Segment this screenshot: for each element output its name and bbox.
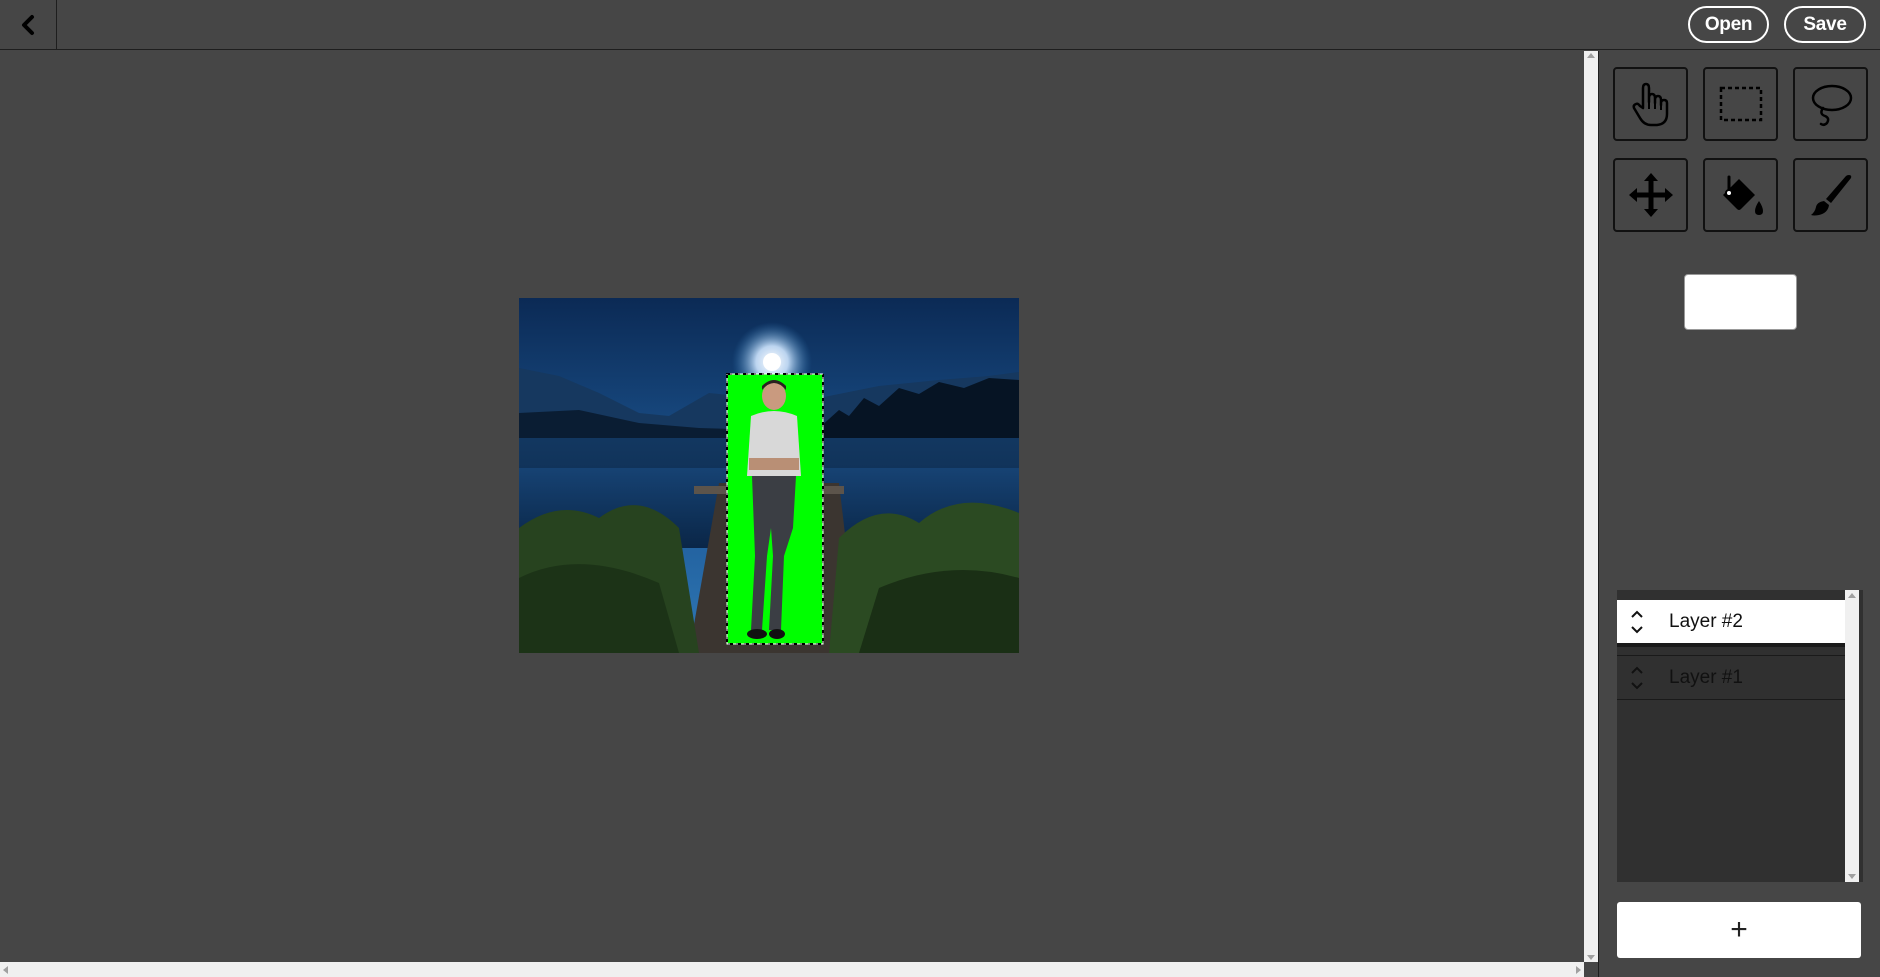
- scroll-left-icon[interactable]: [3, 966, 8, 974]
- canvas-horizontal-scrollbar[interactable]: [0, 962, 1584, 977]
- brush-icon: [1810, 175, 1851, 216]
- chevron-down-icon[interactable]: [1630, 681, 1644, 691]
- chevron-up-icon[interactable]: [1630, 665, 1644, 675]
- move-icon: [1628, 173, 1673, 217]
- layers-scrollbar[interactable]: [1845, 590, 1859, 882]
- layer-label: Layer #2: [1669, 610, 1743, 632]
- hand-icon: [1632, 82, 1668, 127]
- chevron-left-icon: [22, 15, 34, 35]
- layer-item-2[interactable]: Layer #2: [1617, 600, 1845, 647]
- scroll-up-icon[interactable]: [1587, 53, 1595, 58]
- move-tool-button[interactable]: [1613, 158, 1688, 232]
- scroll-up-icon[interactable]: [1848, 593, 1856, 598]
- color-picker-swatch[interactable]: [1684, 274, 1797, 330]
- canvas-image[interactable]: [519, 298, 1019, 653]
- tools-sidebar: Layer #2 Layer #1 +: [1598, 51, 1880, 977]
- layer-order-controls: [1617, 599, 1657, 644]
- chevron-down-icon[interactable]: [1630, 625, 1644, 635]
- scroll-down-icon[interactable]: [1848, 874, 1856, 879]
- brush-tool-button[interactable]: [1793, 158, 1868, 232]
- layer-item-1[interactable]: Layer #1: [1617, 655, 1845, 700]
- save-button[interactable]: Save: [1784, 6, 1866, 43]
- rect-select-icon: [1719, 86, 1762, 122]
- chevron-up-icon[interactable]: [1630, 609, 1644, 619]
- scroll-down-icon[interactable]: [1587, 955, 1595, 960]
- layers-panel: Layer #2 Layer #1: [1617, 590, 1863, 882]
- scroll-right-icon[interactable]: [1576, 966, 1581, 974]
- layer-label: Layer #1: [1669, 666, 1743, 688]
- fill-tool-button[interactable]: [1703, 158, 1778, 232]
- lasso-tool-button[interactable]: [1793, 67, 1868, 141]
- paint-bucket-icon: [1722, 175, 1763, 215]
- back-button[interactable]: [0, 0, 57, 50]
- rect-select-tool-button[interactable]: [1703, 67, 1778, 141]
- open-button[interactable]: Open: [1688, 6, 1769, 43]
- canvas-vertical-scrollbar[interactable]: [1584, 51, 1598, 962]
- add-layer-button[interactable]: +: [1617, 902, 1861, 958]
- hand-tool-button[interactable]: [1613, 67, 1688, 141]
- lasso-icon: [1811, 84, 1852, 127]
- layer-order-controls: [1617, 655, 1657, 700]
- top-toolbar: Open Save: [0, 0, 1880, 50]
